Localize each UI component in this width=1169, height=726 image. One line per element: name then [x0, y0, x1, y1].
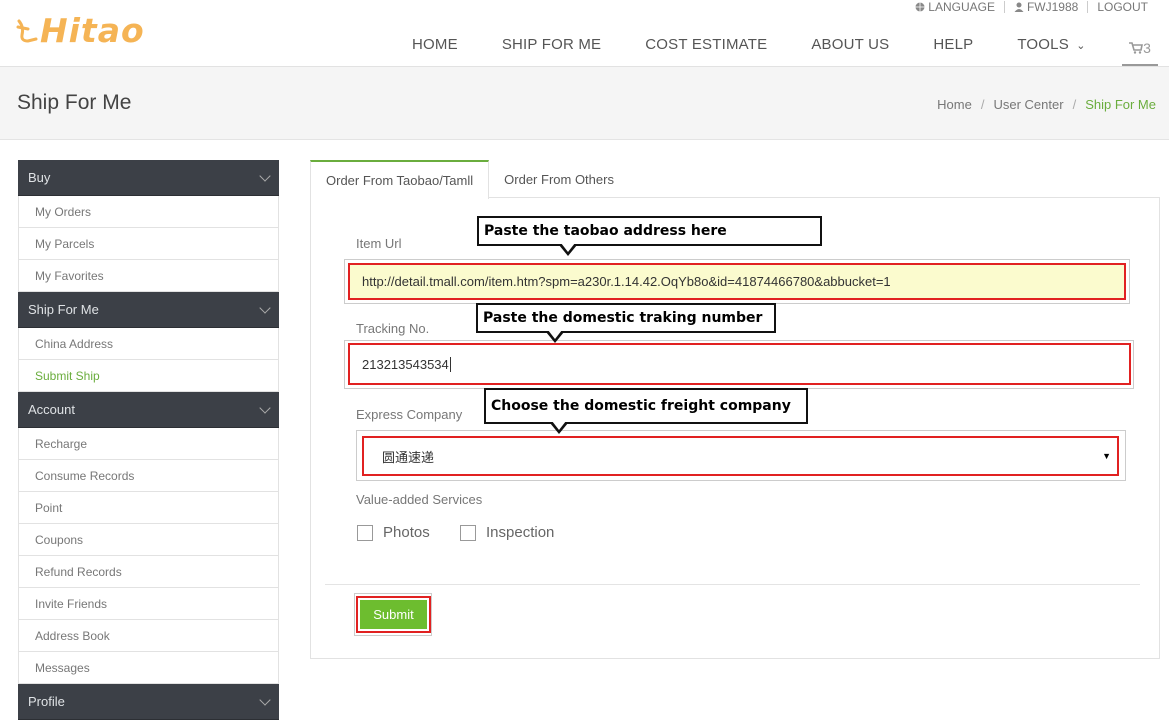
- sidebar-item-address-book[interactable]: Address Book: [18, 620, 279, 652]
- breadcrumb-current: Ship For Me: [1085, 97, 1156, 112]
- express-company-value: 圆通速递: [382, 449, 435, 465]
- callout-pointer: [546, 330, 564, 343]
- chevron-down-icon: [259, 169, 271, 182]
- sidebar-item-my-parcels[interactable]: My Parcels: [18, 228, 279, 260]
- submit-highlight: Submit: [356, 596, 431, 633]
- cart-count: 3: [1143, 40, 1151, 56]
- breadcrumb-separator: /: [980, 97, 985, 112]
- chevron-down-icon: ⌄: [1076, 40, 1086, 52]
- express-company-label: Express Company: [356, 407, 463, 422]
- sidebar-item-point[interactable]: Point: [18, 492, 279, 524]
- sidebar-section-profile[interactable]: Profile: [18, 684, 279, 720]
- page-title-bar: Ship For Me Home / User Center / Ship Fo…: [0, 67, 1169, 140]
- callout-pointer: [550, 421, 568, 434]
- sidebar-item-submit-ship[interactable]: Submit Ship: [18, 360, 279, 392]
- callout-url-text: Paste the taobao address here: [484, 223, 727, 239]
- site-logo[interactable]: Hitao: [16, 10, 145, 50]
- sidebar-item-my-orders[interactable]: My Orders: [18, 196, 279, 228]
- nav-home[interactable]: HOME: [412, 36, 458, 53]
- sidebar: Buy My Orders My Parcels My Favorites Sh…: [18, 160, 279, 720]
- nav-tools[interactable]: TOOLS ⌄: [1017, 36, 1085, 53]
- sidebar-item-refund-records[interactable]: Refund Records: [18, 556, 279, 588]
- callout-tracking: Paste the domestic traking number: [476, 303, 776, 343]
- order-source-tabs: Order From Taobao/Tamll Order From Other…: [310, 160, 629, 199]
- text-cursor: [449, 356, 451, 372]
- inspection-option[interactable]: Inspection: [460, 524, 554, 541]
- logout-label: LOGOUT: [1097, 0, 1148, 14]
- tab-order-from-others[interactable]: Order From Others: [489, 160, 629, 198]
- tracking-label: Tracking No.: [356, 321, 430, 336]
- user-link[interactable]: FWJ1988: [1003, 0, 1087, 14]
- sidebar-item-coupons[interactable]: Coupons: [18, 524, 279, 556]
- callout-express: Choose the domestic freight company: [484, 388, 808, 434]
- language-label: LANGUAGE: [928, 0, 995, 14]
- sidebar-item-my-favorites[interactable]: My Favorites: [18, 260, 279, 292]
- sidebar-section-title: Ship For Me: [28, 302, 99, 317]
- photos-label: Photos: [383, 524, 430, 541]
- nav-tools-label: TOOLS: [1017, 36, 1069, 53]
- tab-order-from-taobao[interactable]: Order From Taobao/Tamll: [310, 160, 490, 199]
- sidebar-item-china-address[interactable]: China Address: [18, 328, 279, 360]
- logout-link[interactable]: LOGOUT: [1087, 0, 1157, 14]
- nav-about-us[interactable]: ABOUT US: [811, 36, 889, 53]
- sidebar-section-title: Account: [28, 402, 75, 417]
- tracking-input[interactable]: 213213543534: [348, 343, 1131, 385]
- tracking-value: 213213543534: [362, 356, 449, 372]
- inspection-label: Inspection: [486, 524, 555, 541]
- top-utility-bar: LANGUAGE FWJ1988 LOGOUT: [906, 0, 1157, 14]
- submit-button[interactable]: Submit: [360, 600, 427, 629]
- sidebar-section-title: Profile: [28, 694, 65, 709]
- express-company-select[interactable]: 圆通速递 ▼: [362, 436, 1119, 476]
- divider: [325, 584, 1140, 585]
- nav-ship-for-me[interactable]: SHIP FOR ME: [502, 36, 601, 53]
- callout-url: Paste the taobao address here: [477, 216, 822, 256]
- breadcrumb-separator: /: [1072, 97, 1077, 112]
- inspection-checkbox[interactable]: [460, 524, 476, 541]
- sidebar-section-account[interactable]: Account: [18, 392, 279, 428]
- main-nav: HOME SHIP FOR ME COST ESTIMATE ABOUT US …: [390, 36, 1108, 53]
- callout-pointer: [559, 243, 577, 256]
- username-label: FWJ1988: [1026, 0, 1079, 14]
- dropdown-arrow-icon: ▼: [1102, 451, 1111, 461]
- item-url-label: Item Url: [356, 236, 402, 251]
- photos-checkbox[interactable]: [357, 524, 373, 541]
- callout-tracking-text: Paste the domestic traking number: [483, 310, 763, 326]
- sidebar-section-buy[interactable]: Buy: [18, 160, 279, 196]
- sidebar-item-consume-records[interactable]: Consume Records: [18, 460, 279, 492]
- chevron-down-icon: [259, 301, 271, 314]
- breadcrumb: Home / User Center / Ship For Me: [937, 97, 1156, 112]
- globe-icon: [915, 2, 925, 12]
- sidebar-section-title: Buy: [28, 170, 51, 185]
- nav-help[interactable]: HELP: [933, 36, 973, 53]
- cart-button[interactable]: 3: [1122, 32, 1158, 66]
- user-icon: [1014, 2, 1024, 12]
- page-title: Ship For Me: [17, 91, 132, 114]
- sidebar-item-invite-friends[interactable]: Invite Friends: [18, 588, 279, 620]
- callout-express-text: Choose the domestic freight company: [491, 398, 791, 414]
- breadcrumb-user-center[interactable]: User Center: [993, 97, 1063, 112]
- plane-icon: [16, 19, 38, 43]
- breadcrumb-home[interactable]: Home: [937, 97, 972, 112]
- site-header: Hitao LANGUAGE FWJ1988 LOGOUT HOME SHIP …: [0, 0, 1169, 67]
- sidebar-item-messages[interactable]: Messages: [18, 652, 279, 684]
- language-link[interactable]: LANGUAGE: [906, 0, 1004, 14]
- sidebar-section-ship-for-me[interactable]: Ship For Me: [18, 292, 279, 328]
- cart-icon: [1129, 42, 1144, 54]
- value-added-services-label: Value-added Services: [356, 492, 483, 507]
- chevron-down-icon: [259, 693, 271, 706]
- item-url-input[interactable]: http://detail.tmall.com/item.htm?spm=a23…: [348, 263, 1126, 300]
- sidebar-item-recharge[interactable]: Recharge: [18, 428, 279, 460]
- chevron-down-icon: [259, 401, 271, 414]
- logo-text: Hitao: [40, 10, 145, 50]
- nav-cost-estimate[interactable]: COST ESTIMATE: [645, 36, 767, 53]
- photos-option[interactable]: Photos: [357, 524, 430, 541]
